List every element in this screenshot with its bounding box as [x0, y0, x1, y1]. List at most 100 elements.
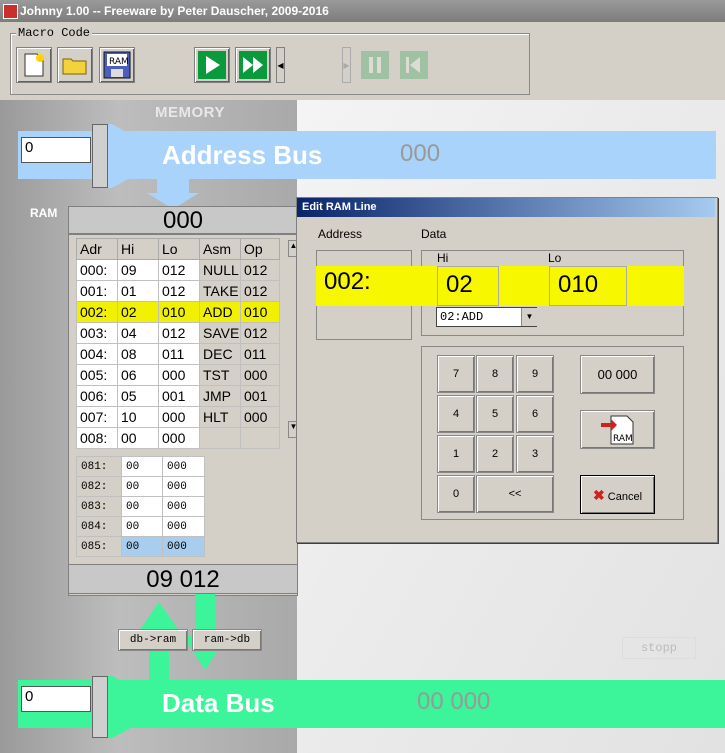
- key-7[interactable]: 7: [437, 355, 475, 393]
- cell-lo[interactable]: 000: [162, 456, 205, 477]
- cell-lo[interactable]: 012: [158, 259, 200, 281]
- key-5[interactable]: 5: [476, 395, 514, 433]
- ram-to-db-button[interactable]: ram->db: [192, 629, 262, 651]
- backspace-key[interactable]: <<: [476, 475, 554, 513]
- table-row[interactable]: 084: 00 000: [76, 516, 205, 537]
- cell-adr: 084:: [76, 516, 122, 537]
- ram-icon-text: RAM: [109, 57, 129, 67]
- table-row[interactable]: 082: 00 000: [76, 476, 205, 497]
- play-button[interactable]: [194, 47, 230, 83]
- key-1[interactable]: 1: [437, 435, 475, 473]
- cell-lo[interactable]: 001: [158, 385, 200, 407]
- open-folder-button[interactable]: [57, 47, 93, 83]
- zero-fill-button[interactable]: 00 000: [580, 355, 655, 394]
- cell-adr: 006:: [76, 385, 118, 407]
- column-header[interactable]: Hi: [117, 238, 159, 260]
- db-to-ram-button[interactable]: db->ram: [118, 629, 188, 651]
- cell-lo[interactable]: 000: [162, 496, 205, 517]
- cell-hi[interactable]: 04: [117, 322, 159, 344]
- cell-op: [240, 427, 280, 449]
- selected-line-highlight: [316, 266, 684, 306]
- cell-asm: [199, 427, 241, 449]
- key-6[interactable]: 6: [516, 395, 554, 433]
- stopp-button[interactable]: stopp: [622, 637, 696, 659]
- cell-hi[interactable]: 09: [117, 259, 159, 281]
- cell-lo[interactable]: 011: [158, 343, 200, 365]
- cell-op: 012: [240, 322, 280, 344]
- cancel-button[interactable]: ✖ Cancel: [580, 475, 655, 514]
- cell-lo[interactable]: 000: [158, 427, 200, 449]
- lo-input[interactable]: 010: [549, 266, 627, 306]
- address-bus-handle[interactable]: [92, 124, 108, 188]
- address-label: Address: [318, 227, 363, 241]
- column-header[interactable]: Lo: [158, 238, 200, 260]
- cell-asm: TAKE: [199, 280, 241, 302]
- table-row[interactable]: 007: 10 000 HLT 000: [76, 406, 280, 428]
- cell-asm: SAVE: [199, 322, 241, 344]
- column-header[interactable]: Adr: [76, 238, 118, 260]
- step-left-button[interactable]: ◀: [276, 47, 285, 83]
- lo-label: Lo: [548, 251, 562, 265]
- table-row[interactable]: 006: 05 001 JMP 001: [76, 385, 280, 407]
- table-row-selected[interactable]: 002: 02 010 ADD 010: [76, 301, 280, 323]
- play-icon: [198, 51, 226, 79]
- cell-lo[interactable]: 000: [158, 364, 200, 386]
- hi-input[interactable]: 02: [437, 266, 499, 306]
- table-row[interactable]: 005: 06 000 TST 000: [76, 364, 280, 386]
- cell-hi[interactable]: 06: [117, 364, 159, 386]
- key-8[interactable]: 8: [476, 355, 514, 393]
- cell-hi[interactable]: 08: [117, 343, 159, 365]
- cell-hi[interactable]: 10: [117, 406, 159, 428]
- cell-adr: 001:: [76, 280, 118, 302]
- cell-hi[interactable]: 00: [121, 476, 163, 497]
- fast-forward-button[interactable]: [235, 47, 271, 83]
- ram-save-button[interactable]: RAM: [99, 47, 135, 83]
- pause-icon: [361, 51, 389, 79]
- cell-hi[interactable]: 00: [121, 536, 163, 557]
- window-title: Johnny 1.00 -- Freeware by Peter Dausche…: [20, 4, 329, 18]
- key-3[interactable]: 3: [516, 435, 554, 473]
- key-4[interactable]: 4: [437, 395, 475, 433]
- ram-store-button[interactable]: RAM: [580, 410, 655, 449]
- table-row[interactable]: 083: 00 000: [76, 496, 205, 517]
- cell-lo[interactable]: 000: [162, 516, 205, 537]
- table-row[interactable]: 000: 09 012 NULL 012: [76, 259, 280, 281]
- cell-hi[interactable]: 00: [117, 427, 159, 449]
- reset-button[interactable]: [396, 47, 432, 83]
- column-header[interactable]: Asm: [199, 238, 241, 260]
- cell-hi[interactable]: 05: [117, 385, 159, 407]
- cell-adr: 085:: [76, 536, 122, 557]
- cell-lo[interactable]: 000: [158, 406, 200, 428]
- cell-hi[interactable]: 01: [117, 280, 159, 302]
- cell-lo[interactable]: 000: [162, 536, 205, 557]
- cell-hi[interactable]: 00: [121, 496, 163, 517]
- key-0[interactable]: 0: [437, 475, 475, 513]
- cell-op: 011: [240, 343, 280, 365]
- new-file-button[interactable]: [16, 47, 52, 83]
- table-row[interactable]: 001: 01 012 TAKE 012: [76, 280, 280, 302]
- data-bus-input[interactable]: 0: [21, 686, 91, 712]
- table-row[interactable]: 081: 00 000: [76, 456, 205, 477]
- key-2[interactable]: 2: [476, 435, 514, 473]
- cell-lo[interactable]: 012: [158, 280, 200, 302]
- cell-op: 010: [240, 301, 280, 323]
- cell-lo[interactable]: 012: [158, 322, 200, 344]
- pause-button[interactable]: [357, 47, 393, 83]
- cell-lo[interactable]: 000: [162, 476, 205, 497]
- table-row-selected[interactable]: 085: 00 000: [76, 536, 205, 557]
- step-right-button[interactable]: ▶: [342, 47, 351, 83]
- cell-hi[interactable]: 00: [121, 516, 163, 537]
- chevron-down-icon[interactable]: ▼: [521, 308, 537, 326]
- cell-lo[interactable]: 010: [158, 301, 200, 323]
- table-row[interactable]: 008: 00 000: [76, 427, 280, 449]
- table-row[interactable]: 003: 04 012 SAVE 012: [76, 322, 280, 344]
- data-bus-handle[interactable]: [92, 676, 108, 738]
- close-icon: ✖: [592, 487, 605, 503]
- column-header[interactable]: Op: [240, 238, 280, 260]
- cell-hi[interactable]: 02: [117, 301, 159, 323]
- cell-asm: ADD: [199, 301, 241, 323]
- address-bus-input[interactable]: 0: [21, 137, 91, 163]
- cell-hi[interactable]: 00: [121, 456, 163, 477]
- table-row[interactable]: 004: 08 011 DEC 011: [76, 343, 280, 365]
- key-9[interactable]: 9: [516, 355, 554, 393]
